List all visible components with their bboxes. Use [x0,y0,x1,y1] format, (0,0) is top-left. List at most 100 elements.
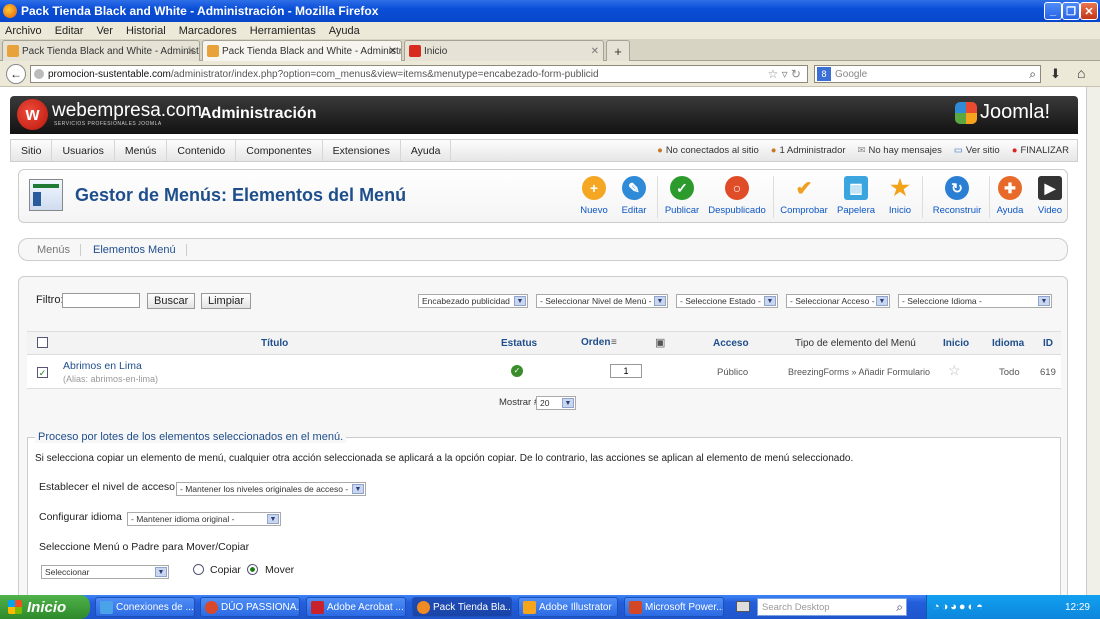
trash-button[interactable]: ▥ Papelera [837,176,875,216]
menu-archivo[interactable]: Archivo [5,25,42,37]
desktop-search-input[interactable]: Search Desktop ⌕ [757,598,907,616]
search-icon[interactable]: ⌕ [896,600,903,615]
menu-marcadores[interactable]: Marcadores [179,25,237,37]
keyboard-icon[interactable] [736,601,750,612]
start-button[interactable]: Inicio [0,595,90,619]
close-tab-icon[interactable]: ✕ [591,46,599,57]
batch-access-value: - Mantener los niveles originales de acc… [180,484,349,494]
col-access[interactable]: Acceso [713,338,749,349]
copy-radio[interactable] [193,564,204,575]
access-select[interactable]: - Seleccionar Acceso - ▼ [786,294,890,308]
level-select[interactable]: - Seleccionar Nivel de Menú - ▼ [536,294,668,308]
view-site-link[interactable]: Ver sitio [966,145,1000,156]
edit-button[interactable]: ✎ Editar [619,176,649,216]
help-icon: ✚ [998,176,1022,200]
batch-language-select[interactable]: - Mantener idioma original - ▼ [127,512,281,526]
col-id[interactable]: ID [1043,338,1053,349]
col-home[interactable]: Inicio [943,338,969,349]
task-powerpoint[interactable]: Microsoft Power... [624,597,724,617]
acrobat-icon [311,601,324,614]
task-conexiones[interactable]: Conexiones de ... [95,597,195,617]
menu-componentes[interactable]: Componentes [236,140,323,161]
published-icon[interactable]: ✓ [511,365,523,377]
help-button[interactable]: ✚ Ayuda [995,176,1025,216]
search-button[interactable]: Buscar [147,293,196,309]
batch-access-select[interactable]: - Mantener los niveles originales de acc… [176,482,366,496]
menu-historial[interactable]: Historial [126,25,166,37]
video-button[interactable]: ▶ Video [1035,176,1065,216]
task-firefox[interactable]: Pack Tienda Bla... [412,597,512,617]
publish-button[interactable]: ✓ Publicar [664,176,700,216]
clock: 12:29 [1064,601,1090,613]
row-title-link[interactable]: Abrimos en Lima [63,360,142,372]
search-bar[interactable]: 8 Google ⌕ [814,65,1041,83]
task-label: Microsoft Power... [645,601,724,613]
select-all-checkbox[interactable] [37,337,48,348]
col-language[interactable]: Idioma [992,338,1024,349]
menu-contenido[interactable]: Contenido [167,140,237,161]
menu-select[interactable]: Encabezado publicidad ▼ [418,294,528,308]
new-button[interactable]: + Nuevo [579,176,609,216]
close-tab-icon[interactable]: ✕ [187,46,195,57]
url-bar[interactable]: promocion-sustentable.com/administrator/… [30,65,808,83]
admin-title: Administración [200,105,317,122]
close-tab-icon[interactable]: ✕ [389,46,397,57]
new-tab-button[interactable]: + [606,40,630,61]
site-identity-icon[interactable] [34,69,44,79]
submenu: Menús Elementos Menú [18,238,1068,261]
search-go-icon[interactable]: ⌕ [1029,67,1036,82]
col-title[interactable]: Título [261,338,288,349]
menu-ayuda[interactable]: Ayuda [329,25,360,37]
tab-admin-2[interactable]: Pack Tienda Black and White - Administra… [202,40,402,61]
logout-link[interactable]: FINALIZAR [1020,145,1069,156]
language-select[interactable]: - Seleccione Idioma - ▼ [898,294,1052,308]
row-checkbox[interactable]: ✓ [37,367,48,378]
tab-admin-1[interactable]: Pack Tienda Black and White - Administra… [2,40,200,61]
clear-button[interactable]: Limpiar [201,293,252,309]
batch-move-select[interactable]: Seleccionar ▼ [41,565,169,579]
submenu-menu-items[interactable]: Elementos Menú [81,243,187,256]
menu-ver[interactable]: Ver [96,25,113,37]
bookmark-star-icon[interactable]: ☆ ▿ ↻ [767,67,801,81]
order-input[interactable] [610,364,642,378]
rebuild-button[interactable]: ↻ Reconstruir [929,176,985,216]
menu-usuarios[interactable]: Usuarios [52,140,115,161]
joomla-logo-icon [955,102,977,124]
download-icon[interactable]: ⬇ [1050,66,1061,82]
limit-select[interactable]: 20 ▼ [536,396,576,410]
move-radio[interactable] [247,564,258,575]
maximize-button[interactable]: ❐ [1062,2,1080,20]
save-order-icon[interactable]: ▣ [655,336,665,349]
admin-header: w webempresa.com SERVICIOS PROFESIONALES… [10,96,1078,134]
task-illustrator[interactable]: Adobe Illustrator [518,597,618,617]
menu-sitio[interactable]: Sitio [11,140,53,161]
task-adobe-acrobat[interactable]: Adobe Acrobat ... [306,597,406,617]
unpublish-button[interactable]: ○ Despublicado [707,176,767,216]
tab-inicio[interactable]: Inicio ✕ [404,40,604,61]
checkmark-icon: ✔ [795,177,813,200]
menu-extensiones[interactable]: Extensiones [323,140,401,161]
checkin-button[interactable]: ✔ Comprobar [780,176,828,217]
page-scrollbar[interactable] [1086,87,1100,595]
task-duo-passiona[interactable]: DÚO PASSIONA... [200,597,300,617]
state-select[interactable]: - Seleccione Estado - ▼ [676,294,778,308]
submenu-menus[interactable]: Menús [19,243,82,256]
home-button[interactable]: ★ Inicio [885,175,915,216]
menu-editar[interactable]: Editar [55,25,84,37]
col-type[interactable]: Tipo de elemento del Menú [795,338,916,349]
home-icon[interactable]: ⌂ [1077,65,1085,81]
back-button[interactable]: ← [6,64,26,84]
sort-icon[interactable]: ≡ [611,337,617,348]
tray-icons[interactable]: ◔◑◕●◐◓ [933,601,985,613]
google-icon[interactable]: 8 [817,67,831,81]
menu-ayuda[interactable]: Ayuda [401,140,452,161]
menu-herramientas[interactable]: Herramientas [250,25,316,37]
col-status[interactable]: Estatus [501,338,537,349]
menu-menus[interactable]: Menús [115,140,168,161]
chevron-down-icon: ▼ [1038,296,1050,306]
close-button[interactable]: ✕ [1080,2,1098,20]
filter-input[interactable] [62,293,140,308]
col-order[interactable]: Orden [581,337,610,348]
minimize-button[interactable]: _ [1044,2,1062,20]
default-star-icon[interactable]: ☆ [948,362,961,379]
